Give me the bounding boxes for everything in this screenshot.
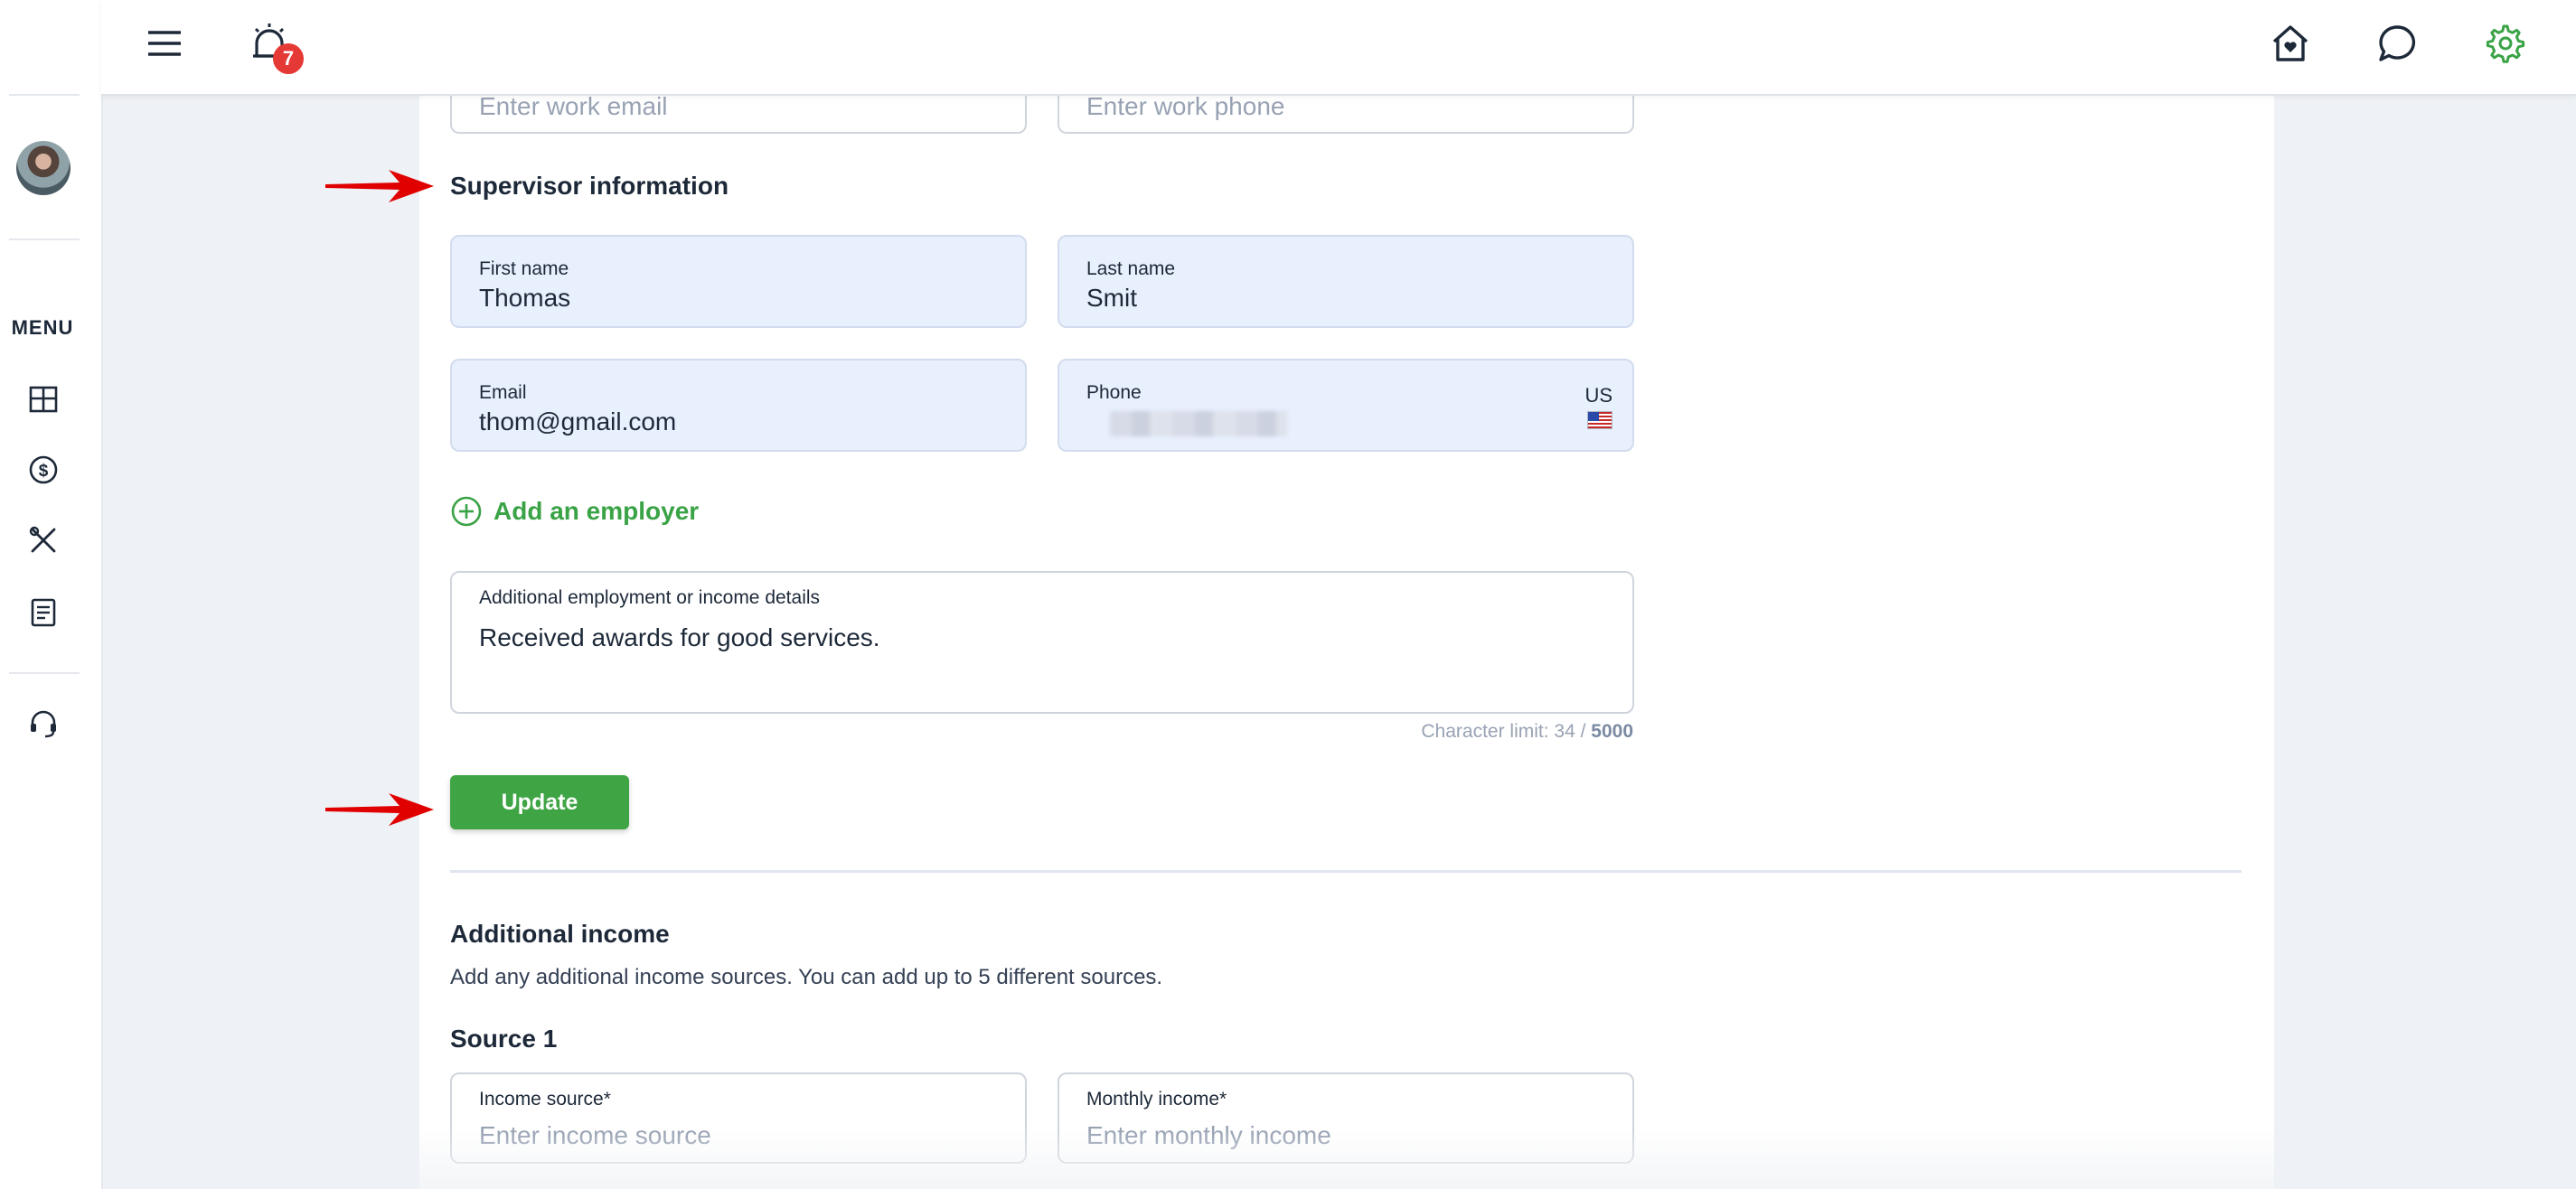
add-employer-button[interactable]: Add an employer — [450, 493, 699, 529]
last-name-field[interactable]: Last name Smit — [1058, 235, 1634, 328]
work-email-placeholder: Enter work email — [479, 92, 668, 120]
first-name-field[interactable]: First name Thomas — [450, 235, 1027, 328]
character-limit-prefix: Character limit: 34 / — [1421, 721, 1592, 742]
work-phone-placeholder: Enter work phone — [1086, 92, 1285, 120]
home-heart-icon[interactable] — [2269, 22, 2312, 65]
gear-icon[interactable] — [2482, 22, 2525, 65]
monthly-income-field[interactable]: Monthly income* Enter monthly income — [1058, 1072, 1634, 1164]
supervisor-section-title: Supervisor information — [450, 172, 729, 200]
phone-value-redacted — [1110, 411, 1287, 436]
sidebar-divider — [9, 239, 80, 240]
supervisor-email-field[interactable]: Email thom@gmail.com — [450, 359, 1027, 452]
chat-bubble-icon[interactable] — [2375, 22, 2419, 65]
sidebar-divider — [9, 94, 80, 96]
additional-income-title: Additional income — [450, 920, 670, 948]
additional-details-label: Additional employment or income details — [479, 587, 821, 608]
source-title: Source 1 — [450, 1025, 558, 1053]
first-name-label: First name — [479, 258, 569, 279]
dashboard-icon[interactable] — [27, 383, 60, 416]
phone-label: Phone — [1086, 382, 1142, 403]
tools-icon[interactable] — [27, 524, 60, 557]
annotation-arrow — [325, 170, 434, 202]
supervisor-phone-field[interactable]: Phone US — [1058, 359, 1634, 452]
additional-details-textarea[interactable]: Additional employment or income details … — [450, 571, 1634, 714]
us-flag-icon[interactable] — [1587, 411, 1612, 429]
menu-label: MENU — [11, 316, 74, 339]
update-button[interactable]: Update — [450, 775, 629, 829]
income-source-placeholder: Enter income source — [479, 1121, 711, 1149]
additional-details-value: Received awards for good services. — [479, 623, 880, 651]
top-bar: 7 — [101, 0, 2576, 96]
add-employer-label: Add an employer — [494, 497, 700, 525]
character-limit-max: 5000 — [1591, 721, 1633, 742]
email-label: Email — [479, 382, 527, 403]
income-source-field[interactable]: Income source* Enter income source — [450, 1072, 1027, 1164]
monthly-income-placeholder: Enter monthly income — [1086, 1121, 1331, 1149]
avatar[interactable] — [16, 141, 71, 195]
hamburger-menu-icon[interactable] — [143, 22, 186, 65]
svg-text:$: $ — [39, 462, 49, 481]
section-divider — [450, 870, 2242, 873]
notification-badge: 7 — [273, 43, 304, 74]
additional-income-description: Add any additional income sources. You c… — [450, 965, 1163, 989]
last-name-value: Smit — [1086, 284, 1137, 312]
last-name-label: Last name — [1086, 258, 1176, 279]
email-value: thom@gmail.com — [479, 407, 677, 435]
annotation-arrow — [325, 793, 434, 826]
sidebar-divider — [9, 672, 80, 674]
sidebar: MENU $ — [0, 0, 103, 1189]
first-name-value: Thomas — [479, 284, 571, 312]
document-icon[interactable] — [27, 596, 60, 629]
headset-icon[interactable] — [27, 707, 60, 739]
monthly-income-label: Monthly income* — [1086, 1089, 1227, 1109]
character-limit: Character limit: 34 / 5000 — [1421, 721, 1633, 743]
dollar-icon[interactable]: $ — [27, 454, 60, 486]
income-source-label: Income source* — [479, 1089, 611, 1109]
country-code[interactable]: US — [1584, 384, 1612, 407]
plus-circle-icon — [451, 496, 482, 527]
